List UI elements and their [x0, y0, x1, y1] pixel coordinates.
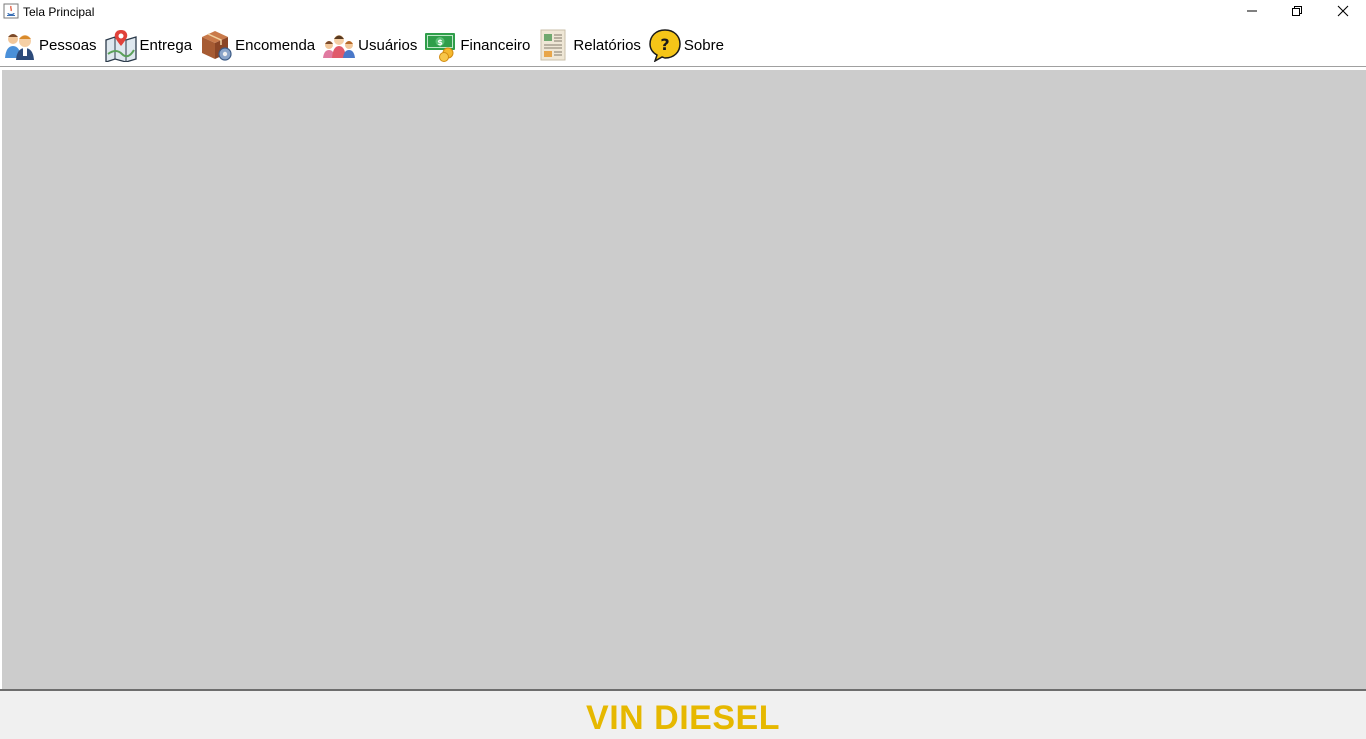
desktop-pane[interactable] [2, 70, 1366, 689]
package-gear-icon [202, 31, 232, 61]
brand-label: VIN DIESEL [586, 699, 780, 737]
window-title: Tela Principal [23, 5, 95, 19]
menu-encomenda-label: Encomenda [235, 36, 316, 54]
menu-separator [0, 66, 1366, 67]
menu-usuarios[interactable]: Usuários [319, 25, 421, 65]
minimize-icon [1247, 10, 1257, 12]
menu-pessoas[interactable]: Pessoas [0, 25, 101, 65]
menu-financeiro[interactable]: $ Financeiro [421, 25, 534, 65]
menu-pessoas-label: Pessoas [39, 36, 97, 54]
users-icon [323, 35, 356, 58]
footer-panel: VIN DIESEL [0, 691, 1366, 739]
menu-usuarios-label: Usuários [358, 36, 418, 54]
menu-relatorios-label: Relatórios [573, 36, 641, 54]
report-icon [540, 29, 566, 61]
menu-sobre[interactable]: ? Sobre [645, 25, 728, 65]
title-bar[interactable]: Tela Principal [0, 0, 1366, 24]
minimize-button[interactable] [1229, 0, 1275, 22]
people-icon [5, 34, 34, 60]
map-pin-icon [104, 30, 137, 62]
menu-encomenda[interactable]: Encomenda [196, 25, 319, 65]
menu-sobre-label: Sobre [683, 36, 724, 54]
restore-button[interactable] [1274, 0, 1320, 22]
menu-entrega-label: Entrega [139, 36, 193, 54]
menu-relatorios[interactable]: Relatórios [534, 25, 645, 65]
main-window: Tela Principal Pessoas Entrega Encomenda… [0, 0, 1366, 739]
menu-entrega[interactable]: Entrega [101, 25, 197, 65]
restore-icon [1292, 6, 1302, 16]
svg-text:?: ? [660, 35, 669, 54]
menu-financeiro-label: Financeiro [460, 36, 531, 54]
money-icon: $ [425, 33, 456, 62]
svg-text:$: $ [438, 38, 444, 47]
close-icon [1337, 5, 1349, 17]
help-bubble-icon: ? [649, 29, 681, 62]
java-app-icon [3, 3, 19, 19]
menu-bar: Pessoas Entrega Encomenda Usuários $ Fin… [0, 25, 1366, 65]
close-button[interactable] [1320, 0, 1366, 22]
